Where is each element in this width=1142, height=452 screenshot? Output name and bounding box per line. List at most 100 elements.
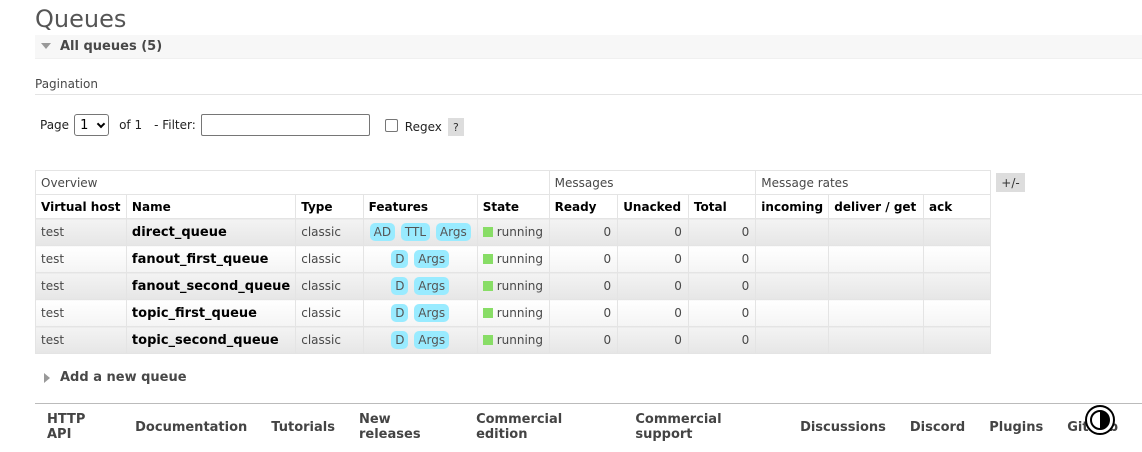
state-label: running xyxy=(496,333,544,347)
filter-input[interactable] xyxy=(200,114,370,136)
feature-badge: AD xyxy=(369,223,396,241)
feature-badge: D xyxy=(391,331,409,349)
footer-link-commercial-support[interactable]: Commercial support xyxy=(635,412,776,442)
incoming-cell xyxy=(755,245,830,273)
footer-link-new-releases[interactable]: New releases xyxy=(359,412,452,442)
footer-link-http-api[interactable]: HTTP API xyxy=(47,412,111,442)
features-cell: D Args xyxy=(362,272,478,300)
ack-cell xyxy=(922,245,992,273)
footer-link-discussions[interactable]: Discussions xyxy=(800,420,886,435)
running-status-icon xyxy=(482,308,493,318)
column-header-total[interactable]: Total xyxy=(687,194,757,219)
regex-label: Regex xyxy=(404,120,442,134)
state-cell: running xyxy=(476,272,550,300)
footer-link-tutorials[interactable]: Tutorials xyxy=(271,420,335,435)
table-row: test fanout_first_queue classic D Args r… xyxy=(35,245,992,273)
column-header-incoming[interactable]: incoming xyxy=(755,194,830,219)
type-cell: classic xyxy=(295,218,364,246)
table-row: test fanout_second_queue classic D Args … xyxy=(35,272,992,300)
footer-link-plugins[interactable]: Plugins xyxy=(989,420,1043,435)
deliver-get-cell xyxy=(828,272,924,300)
regex-checkbox[interactable] xyxy=(384,118,398,132)
queue-name-link[interactable]: direct_queue xyxy=(125,218,297,246)
queue-name-link[interactable]: fanout_second_queue xyxy=(125,272,297,300)
state-label: running xyxy=(496,279,544,293)
column-header-ack[interactable]: ack xyxy=(922,194,992,219)
incoming-cell xyxy=(755,218,830,246)
table-row: test direct_queue classic AD TTL Args ru… xyxy=(35,218,992,246)
total-cell: 0 xyxy=(687,245,757,273)
features-cell: D Args xyxy=(362,326,478,354)
queue-name-link[interactable]: topic_first_queue xyxy=(125,299,297,327)
features-cell: AD TTL Args xyxy=(362,218,478,246)
contrast-icon[interactable] xyxy=(1084,404,1116,436)
column-header-unacked[interactable]: Unacked xyxy=(617,194,689,219)
vhost-cell: test xyxy=(35,272,127,300)
unacked-cell: 0 xyxy=(617,218,689,246)
state-cell: running xyxy=(476,299,550,327)
ack-cell xyxy=(922,218,992,246)
page-count-label: of 1 xyxy=(119,118,143,132)
state-label: running xyxy=(496,225,544,239)
unacked-cell: 0 xyxy=(617,245,689,273)
table-row: test topic_first_queue classic D Args ru… xyxy=(35,299,992,327)
type-cell: classic xyxy=(295,272,364,300)
table-group-header-row: Overview Messages Message rates xyxy=(35,170,991,195)
feature-badge: Args xyxy=(414,277,450,295)
running-status-icon xyxy=(482,281,493,291)
footer-link-documentation[interactable]: Documentation xyxy=(135,420,247,435)
expand-triangle-icon xyxy=(44,372,50,383)
feature-badge: D xyxy=(391,250,409,268)
footer-link-discord[interactable]: Discord xyxy=(910,420,965,435)
all-queues-section-toggle[interactable]: All queues (5) xyxy=(35,35,1142,59)
type-cell: classic xyxy=(295,245,364,273)
deliver-get-cell xyxy=(828,218,924,246)
column-header-type[interactable]: Type xyxy=(295,194,364,219)
ack-cell xyxy=(922,299,992,327)
feature-badge: Args xyxy=(414,304,450,322)
footer-link-commercial-edition[interactable]: Commercial edition xyxy=(476,412,611,442)
column-header-features[interactable]: Features xyxy=(362,194,478,219)
feature-badge: D xyxy=(391,277,409,295)
footer-divider xyxy=(35,403,1142,404)
group-header-message-rates: Message rates xyxy=(755,170,991,195)
features-cell: D Args xyxy=(362,245,478,273)
features-cell: D Args xyxy=(362,299,478,327)
feature-badge: D xyxy=(391,304,409,322)
ack-cell xyxy=(922,272,992,300)
add-queue-section-toggle[interactable]: Add a new queue xyxy=(44,370,187,385)
column-header-name[interactable]: Name xyxy=(125,194,297,219)
column-header-state[interactable]: State xyxy=(476,194,550,219)
pagination-controls: Page 1 of 1 - Filter: Regex ? xyxy=(40,114,464,136)
column-toggle-button[interactable]: +/- xyxy=(996,173,1025,192)
unacked-cell: 0 xyxy=(617,326,689,354)
page-select[interactable]: 1 xyxy=(74,114,110,136)
column-header-ready[interactable]: Ready xyxy=(548,194,619,219)
ready-cell: 0 xyxy=(548,326,619,354)
state-cell: running xyxy=(476,218,550,246)
incoming-cell xyxy=(755,299,830,327)
vhost-cell: test xyxy=(35,299,127,327)
ready-cell: 0 xyxy=(548,272,619,300)
feature-badge: TTL xyxy=(400,223,431,241)
state-label: running xyxy=(496,252,544,266)
ready-cell: 0 xyxy=(548,218,619,246)
unacked-cell: 0 xyxy=(617,272,689,300)
group-header-overview: Overview xyxy=(35,170,550,195)
deliver-get-cell xyxy=(828,299,924,327)
pagination-heading: Pagination xyxy=(35,77,98,91)
regex-help-button[interactable]: ? xyxy=(447,118,464,136)
queue-name-link[interactable]: fanout_first_queue xyxy=(125,245,297,273)
running-status-icon xyxy=(482,227,493,237)
type-cell: classic xyxy=(295,326,364,354)
total-cell: 0 xyxy=(687,218,757,246)
column-header-virtual-host[interactable]: Virtual host xyxy=(35,194,127,219)
queue-name-link[interactable]: topic_second_queue xyxy=(125,326,297,354)
feature-badge: Args xyxy=(414,250,450,268)
divider xyxy=(35,94,1142,95)
filter-label: - Filter: xyxy=(154,118,196,132)
total-cell: 0 xyxy=(687,326,757,354)
column-header-deliver-get[interactable]: deliver / get xyxy=(828,194,924,219)
state-cell: running xyxy=(476,245,550,273)
running-status-icon xyxy=(482,335,493,345)
